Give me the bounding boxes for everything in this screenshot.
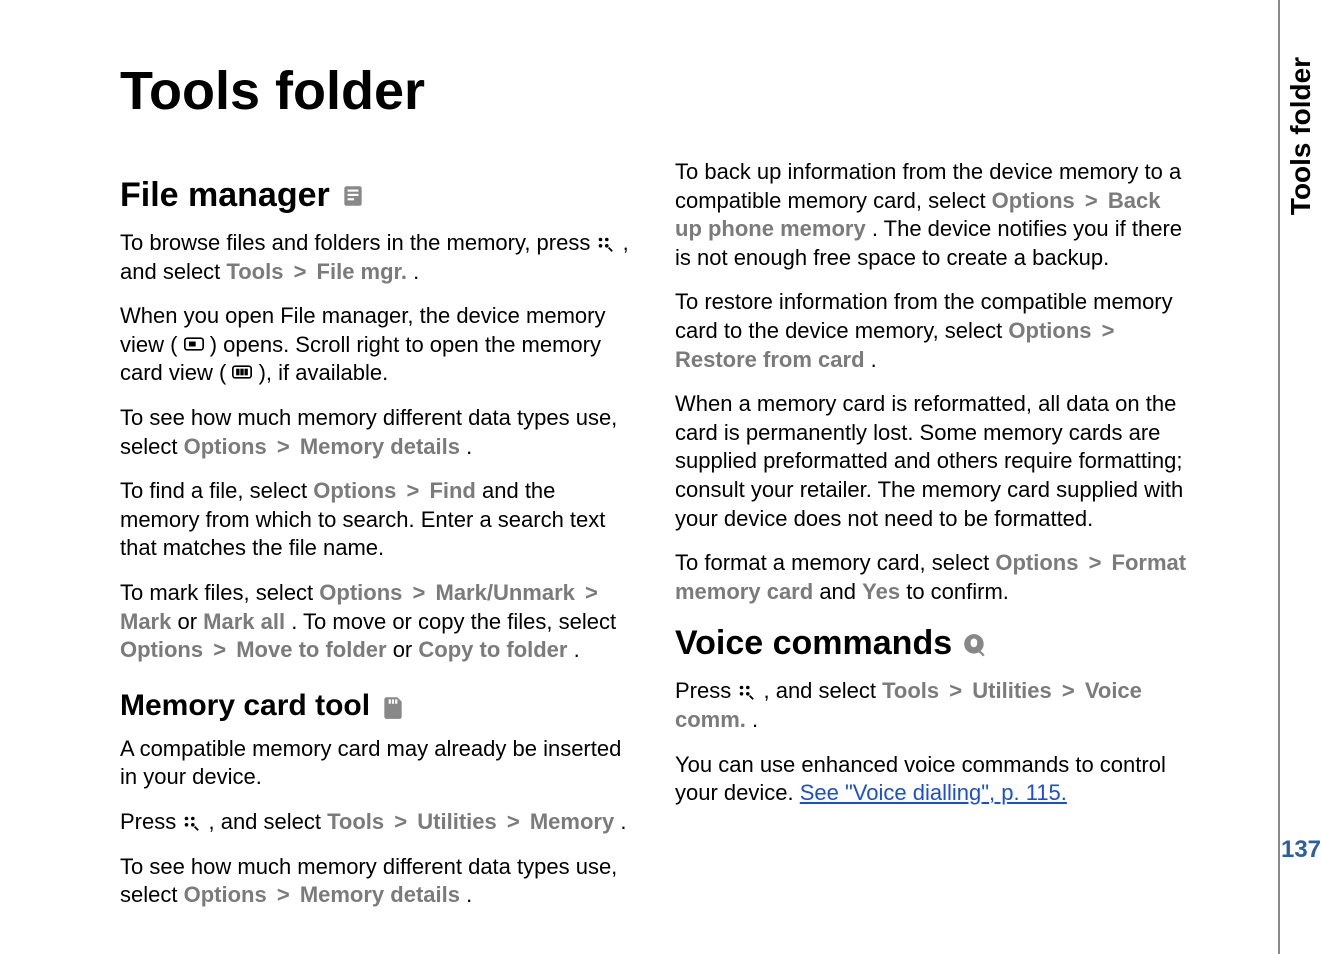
menu-key-icon — [596, 235, 616, 255]
side-tab: Tools folder 137 — [1278, 0, 1322, 954]
mc-para-2: Press , and select Tools > Utilities > M… — [120, 808, 635, 837]
menu-memory-details: Memory details — [300, 434, 460, 459]
menu-tools: Tools — [327, 809, 384, 834]
menu-file-mgr: File mgr. — [317, 259, 407, 284]
heading-memory-card: Memory card tool — [120, 689, 635, 723]
heading-file-manager-text: File manager — [120, 176, 330, 215]
mc-para-3: To see how much memory different data ty… — [120, 853, 635, 910]
mc-para-1: A compatible memory card may already be … — [120, 735, 635, 792]
menu-key-icon — [182, 814, 202, 834]
menu-tools: Tools — [882, 678, 939, 703]
menu-options: Options — [992, 188, 1075, 213]
content-area: Tools folder File manager To browse file… — [30, 20, 1190, 918]
side-tab-label: Tools folder — [1285, 57, 1317, 215]
menu-options: Options — [184, 434, 267, 459]
menu-utilities: Utilities — [972, 678, 1051, 703]
heading-memory-card-text: Memory card tool — [120, 689, 370, 723]
mc-para-5: To restore information from the compatib… — [675, 288, 1190, 374]
menu-options: Options — [313, 478, 396, 503]
mc-para-7: To format a memory card, select Options … — [675, 549, 1190, 606]
menu-options: Options — [184, 882, 267, 907]
menu-move-to-folder: Move to folder — [236, 637, 386, 662]
menu-mark-all: Mark all — [203, 609, 285, 634]
file-manager-icon — [340, 183, 366, 209]
mc-para-6: When a memory card is reformatted, all d… — [675, 390, 1190, 533]
fm-para-5: To mark files, select Options > Mark/Unm… — [120, 579, 635, 665]
menu-mark: Mark — [120, 609, 171, 634]
memory-card-tool-icon — [380, 693, 406, 719]
menu-tools: Tools — [226, 259, 283, 284]
menu-utilities: Utilities — [417, 809, 496, 834]
heading-voice-commands: Voice commands — [675, 624, 1190, 663]
menu-mark-unmark: Mark/Unmark — [436, 580, 575, 605]
two-column-layout: File manager To browse files and folders… — [120, 158, 1190, 918]
menu-memory: Memory — [530, 809, 614, 834]
menu-options: Options — [1008, 318, 1091, 343]
menu-key-icon — [737, 683, 757, 703]
menu-restore-from-card: Restore from card — [675, 347, 865, 372]
vc-para-2: You can use enhanced voice commands to c… — [675, 751, 1190, 808]
mc-para-4: To back up information from the device m… — [675, 158, 1190, 272]
fm-para-2: When you open File manager, the device m… — [120, 302, 635, 388]
heading-voice-commands-text: Voice commands — [675, 624, 952, 663]
fm-para-4: To find a file, select Options > Find an… — [120, 477, 635, 563]
menu-memory-details: Memory details — [300, 882, 460, 907]
fm-para-3: To see how much memory different data ty… — [120, 404, 635, 461]
menu-options: Options — [319, 580, 402, 605]
menu-copy-to-folder: Copy to folder — [418, 637, 567, 662]
memory-card-icon — [232, 365, 252, 385]
heading-file-manager: File manager — [120, 176, 635, 215]
menu-options: Options — [995, 550, 1078, 575]
page: Tools folder 137 Tools folder File manag… — [0, 0, 1322, 954]
menu-yes: Yes — [862, 579, 900, 604]
voice-dialling-link[interactable]: See "Voice dialling", p. 115. — [800, 780, 1067, 805]
menu-find: Find — [429, 478, 475, 503]
voice-commands-icon — [962, 631, 988, 657]
menu-options: Options — [120, 637, 203, 662]
vc-para-1: Press , and select Tools > Utilities > V… — [675, 677, 1190, 734]
fm-para-1: To browse files and folders in the memor… — [120, 229, 635, 286]
device-memory-icon — [184, 337, 204, 357]
page-number: 137 — [1281, 836, 1321, 864]
page-title: Tools folder — [120, 60, 1190, 122]
